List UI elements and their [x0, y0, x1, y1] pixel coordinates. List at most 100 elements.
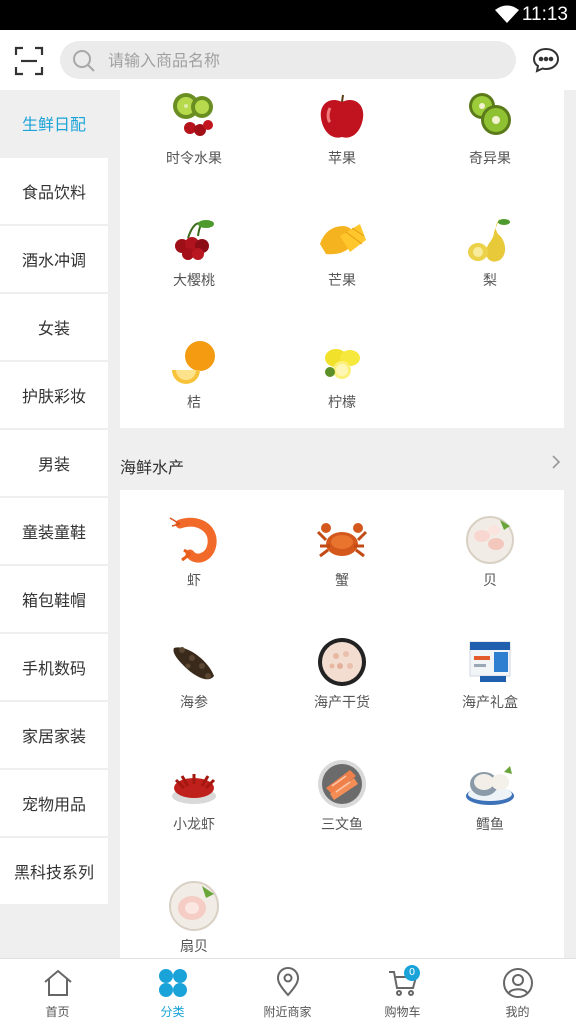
- category-item[interactable]: 三文鱼: [268, 756, 416, 874]
- category-item-label: 桔: [187, 395, 201, 411]
- home-icon: [44, 969, 72, 996]
- category-item[interactable]: 海产干货: [268, 634, 416, 752]
- search-header: [0, 30, 576, 90]
- search-box[interactable]: [60, 41, 516, 79]
- profile-icon: [503, 968, 533, 998]
- category-item-label: 时令水果: [166, 151, 222, 167]
- tab-cart[interactable]: 购物车: [345, 959, 460, 1024]
- sidebar-item-label: 手机数码: [21, 659, 86, 678]
- tab-label: 分类: [160, 1005, 185, 1019]
- sidebar-item-label: 护肤彩妆: [21, 387, 86, 406]
- seafood-section-header[interactable]: 海鲜水产: [120, 428, 564, 490]
- sidebar-item-label: 黑科技系列: [13, 863, 94, 882]
- category-item[interactable]: 海产礼盒: [416, 634, 564, 752]
- category-item[interactable]: 小龙虾: [120, 756, 268, 874]
- category-item[interactable]: 贝: [416, 512, 564, 630]
- category-item-label: 鳕鱼: [476, 817, 504, 833]
- crayfish-icon: [172, 774, 216, 804]
- status-time: 11:13: [521, 4, 568, 25]
- sidebar-item-beauty[interactable]: 护肤彩妆: [0, 362, 108, 428]
- orange-icon: [172, 341, 215, 384]
- category-item[interactable]: 奇异果: [416, 90, 564, 208]
- sidebar-item-label: 童装童鞋: [21, 523, 86, 542]
- tab-nearby[interactable]: 附近商家: [230, 959, 345, 1024]
- cherry-icon: [175, 220, 214, 260]
- sidebar-item-pets[interactable]: 宠物用品: [0, 770, 108, 836]
- seasonal-fruit-icon: [173, 93, 213, 136]
- sidebar-item-label: 箱包鞋帽: [21, 591, 86, 610]
- sidebar-item-home[interactable]: 家居家装: [0, 702, 108, 768]
- tab-label: 附近商家: [263, 1005, 312, 1019]
- category-item-label: 三文鱼: [321, 817, 363, 833]
- category-item-label: 柠檬: [328, 395, 356, 411]
- seafood-panel: 虾 蟹 贝 海参 海产干货 海产礼盒 小龙虾 三文鱼 鳕鱼 扇贝: [120, 490, 564, 958]
- tab-category[interactable]: 分类: [115, 959, 230, 1024]
- category-item-label: 芒果: [328, 273, 356, 289]
- category-item-label: 虾: [187, 573, 201, 589]
- sidebar-item-label: 生鲜日配: [21, 115, 86, 134]
- seafood-gift-box-icon: [469, 641, 511, 682]
- scan-icon[interactable]: [14, 46, 44, 76]
- category-item-label: 小龙虾: [173, 817, 215, 833]
- kiwi-icon: [469, 93, 511, 135]
- category-item-label: 扇贝: [180, 939, 208, 955]
- category-item[interactable]: 鳕鱼: [416, 756, 564, 874]
- shrimp-icon: [169, 517, 217, 563]
- sidebar-item-food-drinks[interactable]: 食品饮料: [0, 158, 108, 224]
- tab-label: 购物车: [384, 1005, 421, 1019]
- category-item-label: 海参: [180, 695, 208, 711]
- wifi-icon: [495, 5, 519, 23]
- pear-icon: [468, 218, 510, 262]
- category-item[interactable]: 梨: [416, 212, 564, 330]
- sidebar-item-beverages[interactable]: 酒水冲调: [0, 226, 108, 292]
- category-item[interactable]: 扇贝: [120, 878, 268, 958]
- sidebar-item-digital[interactable]: 手机数码: [0, 634, 108, 700]
- tab-label: 首页: [45, 1005, 70, 1019]
- lemon-icon: [325, 349, 360, 379]
- category-item[interactable]: 时令水果: [120, 90, 268, 208]
- category-item[interactable]: 虾: [120, 512, 268, 630]
- cart-badge: 0: [404, 965, 420, 981]
- salmon-icon: [318, 760, 366, 808]
- section-title: 海鲜水产: [120, 458, 185, 477]
- tab-home[interactable]: 首页: [0, 959, 115, 1024]
- mango-icon: [320, 224, 366, 255]
- sidebar-item-label: 男装: [37, 455, 70, 474]
- category-item-label: 奇异果: [469, 151, 511, 167]
- category-item[interactable]: 蟹: [268, 512, 416, 630]
- category-item[interactable]: 苹果: [268, 90, 416, 208]
- fruit-panel: 时令水果 苹果 奇异果 大樱桃 芒果 梨 桔 柠檬: [120, 90, 564, 428]
- sidebar-item-label: 酒水冲调: [21, 251, 86, 270]
- category-item-label: 海产干货: [314, 695, 370, 711]
- shellfish-icon: [466, 516, 514, 564]
- chevron-right-icon: [552, 455, 561, 469]
- category-item[interactable]: 海参: [120, 634, 268, 752]
- sidebar-item-label: 家居家装: [21, 727, 86, 746]
- sidebar-item-kids[interactable]: 童装童鞋: [0, 498, 108, 564]
- scallop-icon: [169, 881, 219, 931]
- sidebar-item-fresh[interactable]: 生鲜日配: [0, 90, 108, 156]
- category-item-label: 贝: [483, 573, 497, 589]
- apple-icon: [320, 94, 364, 138]
- sidebar-item-label: 女装: [37, 319, 70, 338]
- category-item[interactable]: 大樱桃: [120, 212, 268, 330]
- bottom-tab-bar: 首页 分类 附近商家 购物车 0 我的: [0, 958, 576, 1024]
- sidebar-item-tech[interactable]: 黑科技系列: [0, 838, 108, 904]
- category-item[interactable]: 芒果: [268, 212, 416, 330]
- category-sidebar: 生鲜日配 食品饮料 酒水冲调 女装 护肤彩妆 男装 童装童鞋 箱包鞋帽 手机数码…: [0, 90, 108, 958]
- category-item-label: 大樱桃: [173, 273, 215, 289]
- category-item-label: 梨: [483, 273, 497, 289]
- sidebar-item-bags[interactable]: 箱包鞋帽: [0, 566, 108, 632]
- category-item-label: 海产礼盒: [462, 695, 518, 711]
- sidebar-item-label: 食品饮料: [21, 183, 86, 202]
- sea-cucumber-icon: [173, 647, 214, 680]
- search-icon: [73, 50, 95, 72]
- search-input[interactable]: [108, 41, 488, 79]
- tab-label: 我的: [505, 1005, 530, 1019]
- message-icon[interactable]: [532, 46, 560, 74]
- sidebar-item-womens[interactable]: 女装: [0, 294, 108, 360]
- tab-profile[interactable]: 我的: [460, 959, 575, 1024]
- category-icon: [159, 969, 187, 997]
- category-item-label: 苹果: [328, 151, 356, 167]
- sidebar-item-mens[interactable]: 男装: [0, 430, 108, 496]
